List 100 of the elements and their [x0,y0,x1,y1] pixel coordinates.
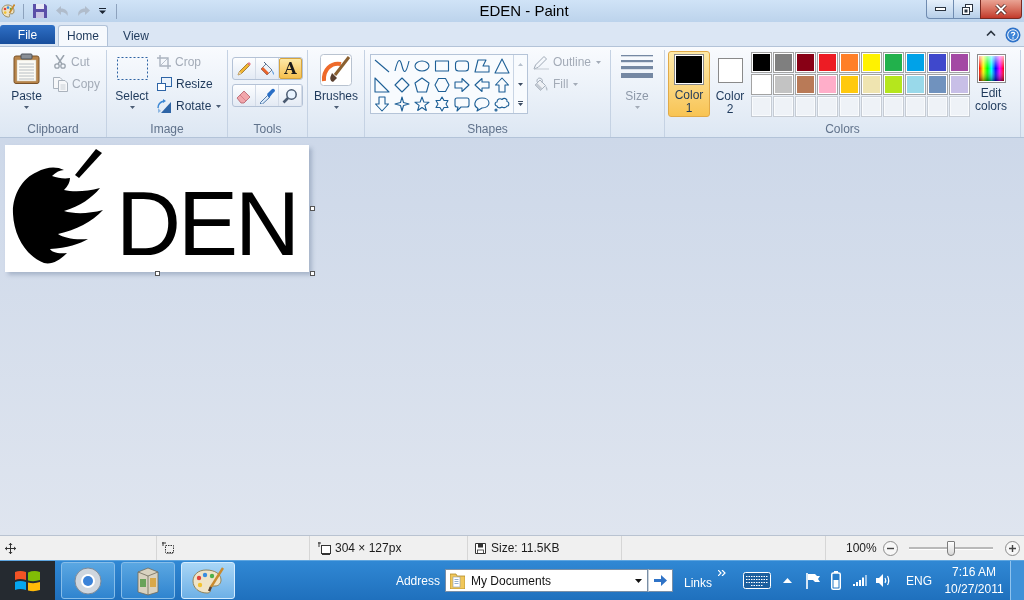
resize-button[interactable]: Resize [156,73,223,95]
battery-icon[interactable] [831,571,841,590]
cloud-callout-icon[interactable] [494,95,510,112]
slider-thumb[interactable] [946,540,955,556]
brushes-button[interactable]: Brushes [315,50,357,118]
minimize-ribbon-button[interactable] [985,28,997,38]
four-point-star-icon[interactable] [394,95,410,112]
triangle-icon[interactable] [494,57,510,74]
minimize-button[interactable] [926,0,953,19]
customize-toolbar-icon[interactable] [99,8,106,14]
five-point-star-icon[interactable] [414,95,430,112]
resize-handle[interactable] [310,206,315,211]
polygon-icon[interactable] [474,57,490,74]
color-swatch[interactable] [773,74,794,95]
right-triangle-icon[interactable] [374,76,390,93]
resize-icon [157,77,172,91]
clock-time[interactable]: 7:16 AM [952,563,996,581]
six-point-star-icon[interactable] [434,95,450,112]
folder-icon [449,572,465,589]
scroll-down-icon[interactable] [518,82,523,86]
color-swatch[interactable] [795,74,816,95]
language-indicator[interactable]: ENG [906,571,932,590]
chevron-double-right-icon[interactable] [718,569,726,576]
speaker-icon[interactable] [876,574,891,587]
color-swatch[interactable] [751,74,772,95]
color-swatch[interactable] [883,52,904,73]
caret-icon [634,106,640,109]
zoom-level: 100% [846,540,877,557]
zoom-in-button[interactable] [1004,540,1020,556]
line-icon[interactable] [374,57,390,74]
color-swatch[interactable] [839,74,860,95]
palette-icon[interactable] [1,4,15,18]
expand-gallery-icon[interactable] [518,101,523,106]
rectangle-callout-icon[interactable] [454,95,470,112]
taskbar-button[interactable] [61,562,115,599]
save-icon[interactable] [33,4,47,18]
clock-date[interactable]: 10/27/2011 [944,580,1004,598]
address-field[interactable]: My Documents [444,569,648,592]
eyedropper-icon [259,87,275,104]
pentagon-icon[interactable] [414,76,430,93]
oval-callout-icon[interactable] [474,95,490,112]
color-swatch[interactable] [795,52,816,73]
paste-button[interactable]: Paste [6,50,47,118]
color-swatch[interactable] [949,74,970,95]
arrow-right-icon [653,575,667,586]
ribbon-tab[interactable]: Home [58,25,108,46]
zoom-out-button[interactable] [882,540,898,556]
line-width-icon [621,55,653,78]
text-tool-button[interactable]: A [279,58,302,79]
zoom-slider[interactable] [908,540,993,556]
color-swatch[interactable] [927,74,948,95]
restore-button[interactable] [953,0,980,19]
resize-handle[interactable] [310,271,315,276]
keyboard-icon[interactable] [743,572,771,589]
curve-icon[interactable] [394,57,410,74]
help-button[interactable] [1005,27,1021,43]
color-swatch[interactable] [839,52,860,73]
edit-colors-button[interactable]: Edit colors [972,50,1010,118]
caret-up-icon[interactable] [783,578,792,583]
color-swatch[interactable] [905,52,926,73]
caret-icon [573,82,579,86]
left-arrow-icon[interactable] [474,76,490,93]
diamond-icon[interactable] [394,76,410,93]
right-arrow-icon[interactable] [454,76,470,93]
signal-bars-icon[interactable] [853,575,868,586]
color-swatch[interactable] [773,52,794,73]
color-2-button[interactable]: Color 2 [711,51,749,117]
color-swatch[interactable] [905,74,926,95]
color-swatch[interactable] [751,52,772,73]
color-1-button[interactable]: Color 1 [668,51,710,117]
color-swatch[interactable] [861,74,882,95]
clipboard-icon [13,53,40,84]
links-button[interactable]: Links [683,573,712,592]
window-title: EDEN - Paint [479,2,569,20]
start-button[interactable] [0,561,55,600]
color-swatch[interactable] [883,74,904,95]
rotate-button[interactable]: Rotate [156,95,223,117]
resize-handle[interactable] [155,271,160,276]
file-size: Size: 11.5KB [491,540,560,557]
go-button[interactable] [647,569,673,592]
color-swatch[interactable] [861,52,882,73]
copy-icon [53,76,68,92]
minus-icon [882,540,898,556]
close-button[interactable] [980,0,1022,19]
close-icon [995,3,1007,15]
file-menu-button[interactable]: File [0,25,55,44]
down-arrow-icon[interactable] [374,95,390,112]
magnifier-icon [282,87,298,104]
ribbon-tab[interactable]: View [111,25,161,46]
hexagon-icon[interactable] [434,76,450,93]
up-arrow-icon[interactable] [494,76,510,93]
color-swatch[interactable] [949,52,970,73]
flag-icon[interactable] [806,572,820,589]
color-swatch[interactable] [817,52,838,73]
rectangle-icon[interactable] [434,57,450,74]
color-swatch[interactable] [817,74,838,95]
color-swatch[interactable] [927,52,948,73]
select-button[interactable]: Select [112,50,152,118]
taskbar-button[interactable] [121,562,175,599]
paint-bucket-icon [259,60,275,77]
